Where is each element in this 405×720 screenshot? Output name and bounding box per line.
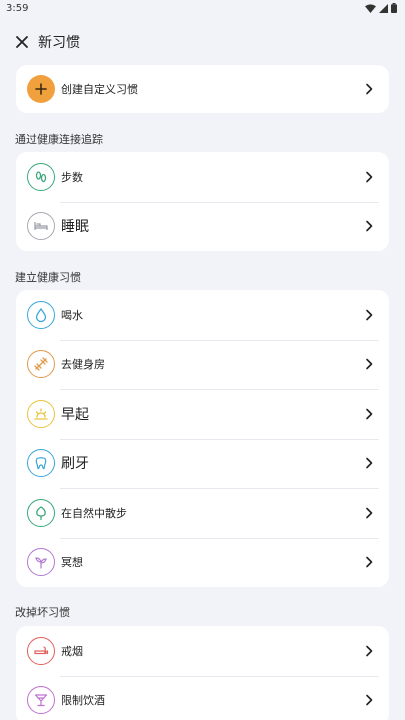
habit-label: 睡眠 bbox=[61, 219, 89, 236]
tree-icon bbox=[27, 498, 55, 527]
chevron-right-icon bbox=[366, 358, 373, 370]
habit-label: 戒烟 bbox=[61, 644, 83, 658]
no-smoking-icon bbox=[27, 636, 55, 665]
habit-row-meditate[interactable]: 冥想 bbox=[16, 537, 389, 588]
bad-habits-card: 戒烟 限制饮酒 bbox=[16, 626, 389, 720]
habit-row-brush-teeth[interactable]: 刷牙 bbox=[16, 438, 389, 489]
dumbbell-icon bbox=[27, 350, 55, 379]
habit-row-wake-early[interactable]: 早起 bbox=[16, 389, 389, 439]
habit-row-limit-alcohol[interactable]: 限制饮酒 bbox=[16, 675, 389, 720]
habit-row-sleep[interactable]: 睡眠 bbox=[16, 201, 389, 252]
habit-label: 限制饮酒 bbox=[61, 694, 105, 708]
chevron-right-icon bbox=[366, 457, 373, 469]
app-bar: 新习惯 bbox=[0, 28, 405, 56]
habit-row-gym[interactable]: 去健身房 bbox=[16, 339, 389, 390]
habit-label: 步数 bbox=[61, 170, 83, 184]
chevron-right-icon bbox=[366, 171, 373, 183]
close-icon[interactable] bbox=[14, 34, 30, 50]
habit-label: 早起 bbox=[61, 406, 89, 423]
habit-label: 刷牙 bbox=[61, 456, 89, 473]
footprints-icon bbox=[27, 162, 55, 191]
wifi-icon bbox=[365, 3, 376, 13]
chevron-right-icon bbox=[366, 645, 373, 657]
health-connect-card: 步数 睡眠 bbox=[16, 152, 389, 251]
habit-label: 冥想 bbox=[61, 556, 83, 570]
habit-label: 喝水 bbox=[61, 308, 83, 322]
chevron-right-icon bbox=[366, 408, 373, 420]
chevron-right-icon bbox=[366, 556, 373, 568]
chevron-right-icon bbox=[366, 220, 373, 232]
battery-icon bbox=[391, 3, 397, 13]
habit-row-steps[interactable]: 步数 bbox=[16, 152, 389, 202]
habit-row-drink-water[interactable]: 喝水 bbox=[16, 290, 389, 340]
habit-row-nature-walk[interactable]: 在自然中散步 bbox=[16, 488, 389, 538]
status-icons bbox=[365, 3, 397, 13]
create-custom-label: 创建自定义习惯 bbox=[61, 83, 138, 96]
water-drop-icon bbox=[27, 300, 55, 329]
chevron-right-icon bbox=[366, 507, 373, 519]
habit-row-quit-smoking[interactable]: 戒烟 bbox=[16, 626, 389, 676]
sprout-icon bbox=[27, 548, 55, 577]
section-title-health-connect: 通过健康连接追踪 bbox=[15, 133, 103, 146]
create-custom-habit-button[interactable]: 创建自定义习惯 bbox=[16, 65, 389, 113]
chevron-right-icon bbox=[366, 83, 373, 95]
page-title: 新习惯 bbox=[38, 35, 80, 51]
signal-icon bbox=[379, 3, 388, 13]
sunrise-icon bbox=[27, 399, 55, 428]
chevron-right-icon bbox=[366, 694, 373, 706]
plus-icon bbox=[27, 75, 55, 103]
create-custom-card: 创建自定义习惯 bbox=[16, 65, 389, 113]
status-time: 3:59 bbox=[6, 3, 29, 14]
healthy-habits-card: 喝水 去健身房 早起 刷牙 在自然中散步 冥想 bbox=[16, 290, 389, 587]
habit-label: 在自然中散步 bbox=[61, 506, 127, 520]
bed-icon bbox=[27, 212, 55, 241]
habit-label: 去健身房 bbox=[61, 358, 105, 372]
status-bar: 3:59 bbox=[0, 0, 405, 20]
tooth-icon bbox=[27, 449, 55, 478]
section-title-healthy-habits: 建立健康习惯 bbox=[15, 271, 81, 284]
section-title-break-bad-habits: 改掉坏习惯 bbox=[15, 606, 70, 619]
chevron-right-icon bbox=[366, 309, 373, 321]
cocktail-icon bbox=[27, 686, 55, 715]
